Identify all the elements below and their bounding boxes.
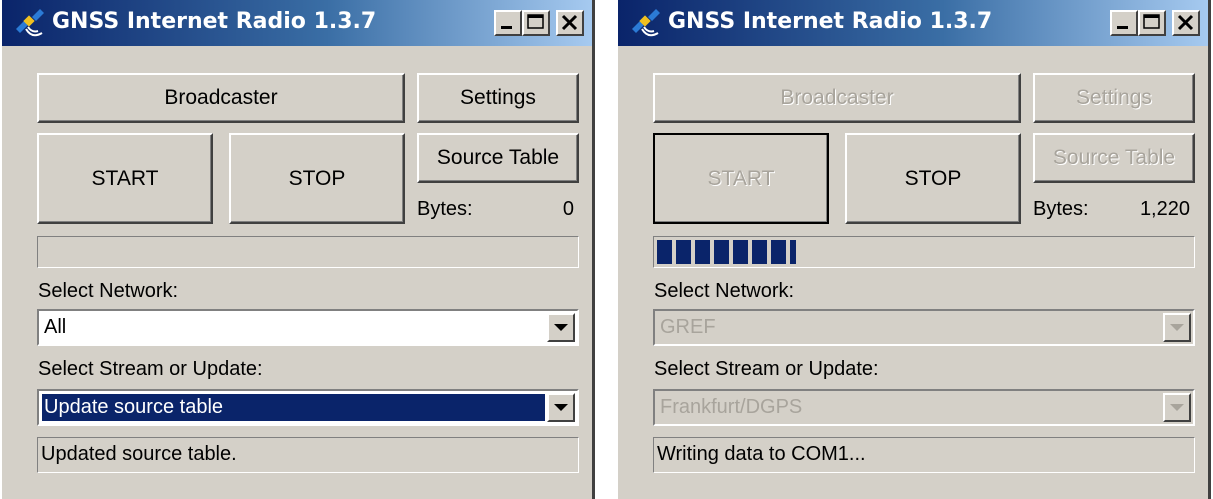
source-table-button[interactable]: Source Table: [417, 133, 579, 183]
window-title: GNSS Internet Radio 1.3.7: [52, 9, 377, 34]
source-table-button[interactable]: Source Table: [1033, 133, 1195, 183]
network-dropdown-button[interactable]: [547, 313, 575, 342]
bytes-label: Bytes:: [1033, 198, 1089, 220]
network-label: Select Network:: [38, 280, 179, 302]
start-button[interactable]: START: [653, 133, 829, 224]
close-button[interactable]: [1172, 10, 1200, 36]
bytes-value: 1,220: [1139, 198, 1190, 220]
stream-label: Select Stream or Update:: [38, 358, 263, 380]
progress-bar: [37, 236, 579, 268]
stop-button[interactable]: STOP: [845, 133, 1021, 224]
stream-select-value: Frankfurt/DGPS: [660, 396, 803, 418]
bytes-value: 0: [562, 198, 574, 220]
title-bar[interactable]: GNSS Internet Radio 1.3.7: [2, 0, 592, 46]
stream-dropdown-button[interactable]: [547, 393, 575, 422]
app-window: GNSS Internet Radio 1.3.7 Broadcaster Se…: [0, 0, 595, 499]
network-select[interactable]: All: [37, 309, 579, 346]
network-select-value: GREF: [660, 316, 716, 338]
settings-button[interactable]: Settings: [1033, 73, 1195, 123]
bytes-label: Bytes:: [417, 198, 473, 220]
maximize-button[interactable]: [522, 10, 550, 36]
start-button[interactable]: START: [37, 133, 213, 224]
stream-select[interactable]: Update source table: [37, 389, 579, 426]
minimize-button[interactable]: [1110, 10, 1138, 36]
network-label: Select Network:: [654, 280, 795, 302]
stream-dropdown-button[interactable]: [1163, 393, 1191, 422]
network-select-value: All: [44, 316, 67, 338]
network-dropdown-button[interactable]: [1163, 313, 1191, 342]
progress-bar: [653, 236, 1195, 268]
maximize-button[interactable]: [1138, 10, 1166, 36]
minimize-button[interactable]: [494, 10, 522, 36]
window-title: GNSS Internet Radio 1.3.7: [668, 9, 993, 34]
close-button[interactable]: [556, 10, 584, 36]
stream-select-value: Update source table: [42, 394, 545, 421]
stop-button[interactable]: STOP: [229, 133, 405, 224]
title-bar[interactable]: GNSS Internet Radio 1.3.7: [618, 0, 1208, 46]
stream-select[interactable]: Frankfurt/DGPS: [653, 389, 1195, 426]
broadcaster-button[interactable]: Broadcaster: [37, 73, 405, 123]
broadcaster-button[interactable]: Broadcaster: [653, 73, 1021, 123]
settings-button[interactable]: Settings: [417, 73, 579, 123]
satellite-icon: [14, 9, 46, 37]
app-window: GNSS Internet Radio 1.3.7 Broadcaster Se…: [616, 0, 1211, 499]
network-select[interactable]: GREF: [653, 309, 1195, 346]
progress-fill: [657, 240, 796, 264]
status-text: Updated source table.: [37, 437, 579, 473]
status-text: Writing data to COM1...: [653, 437, 1195, 473]
satellite-icon: [630, 9, 662, 37]
stream-label: Select Stream or Update:: [654, 358, 879, 380]
